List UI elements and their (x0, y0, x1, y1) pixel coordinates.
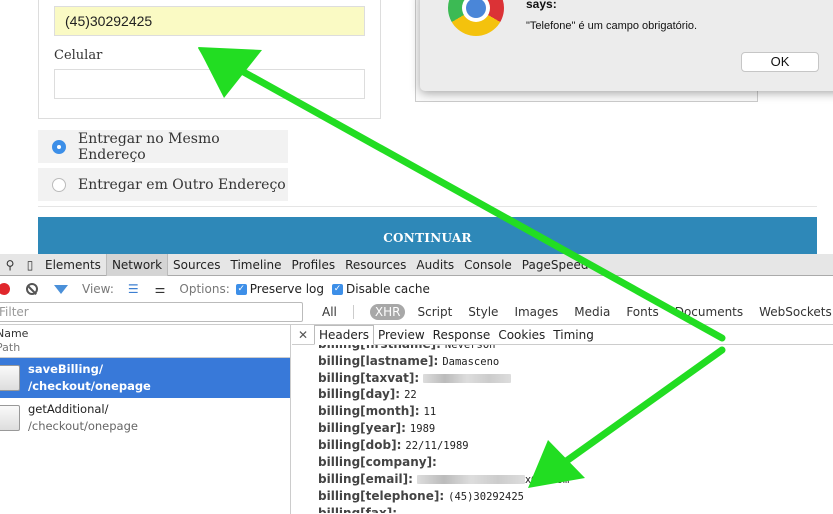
dialog-message: "Telefone" é um campo obrigatório. (526, 20, 698, 32)
disable-cache-label[interactable]: Disable cache (346, 282, 430, 296)
close-icon[interactable]: ✕ (292, 326, 314, 344)
request-list: Name Path saveBilling/ /checkout/onepage… (0, 325, 291, 514)
tab-sources[interactable]: Sources (168, 254, 225, 276)
preserve-log-checkbox[interactable]: ✓ (235, 283, 247, 295)
form-param: billing[company]: (318, 455, 437, 469)
preserve-log-label[interactable]: Preserve log (250, 282, 324, 296)
tab-timeline[interactable]: Timeline (226, 254, 287, 276)
request-path: /checkout/onepage (28, 419, 138, 433)
type-filter-xhr[interactable]: XHR (369, 304, 406, 320)
request-row[interactable]: getAdditional/ /checkout/onepage (0, 398, 290, 438)
dialog-title: says: (526, 0, 557, 11)
web-page: (45)30292425 Celular Entregar no Mesmo E… (0, 0, 833, 254)
search-icon[interactable]: ⚲ (0, 258, 20, 272)
tab-elements[interactable]: Elements (40, 254, 106, 276)
filter-input[interactable]: Filter (0, 302, 303, 322)
radio-unchecked-icon[interactable] (52, 177, 66, 192)
form-param: billing[dob]: 22/11/1989 (318, 438, 469, 452)
tab-network[interactable]: Network (105, 253, 169, 276)
filter-icon[interactable] (54, 284, 68, 294)
disable-cache-checkbox[interactable]: ✓ (332, 283, 343, 295)
telefone-input[interactable]: (45)30292425 (54, 6, 365, 36)
clear-icon[interactable] (26, 283, 38, 295)
celular-label: Celular (54, 48, 103, 63)
form-param: billing[year]: 1989 (318, 421, 436, 435)
type-filter-websockets[interactable]: WebSockets (759, 305, 832, 319)
redacted-value (416, 475, 525, 484)
request-list-header[interactable]: Name Path (0, 325, 290, 358)
type-filter-style[interactable]: Style (468, 305, 498, 319)
devtools-panel: ⚲ ▯ Elements Network Sources Timeline Pr… (0, 253, 833, 514)
form-param: billing[email]: x@g.com (318, 472, 570, 486)
path-column-header: Path (0, 341, 21, 354)
tab-profiles[interactable]: Profiles (287, 254, 341, 276)
file-icon (0, 405, 20, 431)
tab-response[interactable]: Response (429, 326, 495, 344)
type-filter-media[interactable]: Media (574, 305, 610, 319)
request-row[interactable]: saveBilling/ /checkout/onepage (0, 358, 290, 398)
options-label: Options: (179, 282, 230, 296)
tab-resources[interactable]: Resources (340, 254, 411, 276)
tab-audits[interactable]: Audits (411, 254, 459, 276)
ship-other-address-label: Entregar em Outro Endereço (78, 176, 286, 193)
celular-input[interactable] (54, 69, 365, 99)
form-param: billing[fax]: (318, 506, 398, 513)
ship-same-address-label: Entregar no Mesmo Endereço (78, 130, 220, 163)
large-rows-icon[interactable]: ☰ (128, 282, 139, 296)
request-name: getAdditional/ (28, 402, 109, 416)
type-filter-all[interactable]: All (322, 305, 337, 319)
type-filter-script[interactable]: Script (417, 305, 452, 319)
devtools-tabbar: ⚲ ▯ Elements Network Sources Timeline Pr… (0, 253, 833, 276)
detail-tabbar: ✕ Headers Preview Response Cookies Timin… (292, 325, 833, 345)
device-mode-icon[interactable]: ▯ (20, 258, 40, 272)
redacted-value (423, 374, 512, 383)
type-filter-fonts[interactable]: Fonts (626, 305, 658, 319)
request-path: /checkout/onepage (28, 379, 151, 393)
form-param: billing[firstname]:Neverson (318, 345, 496, 351)
request-detail-pane: ✕ Headers Preview Response Cookies Timin… (292, 325, 833, 514)
ship-same-address-option[interactable]: Entregar no Mesmo Endereço (38, 130, 288, 163)
overview-icon[interactable]: ⚌ (155, 282, 166, 296)
form-param: billing[day]: 22 (318, 387, 417, 401)
tab-preview[interactable]: Preview (374, 326, 429, 344)
separator (352, 305, 354, 319)
form-data-list: billing[firstname]:Neverson billing[last… (292, 345, 833, 513)
name-column-header[interactable]: Name (0, 327, 290, 341)
type-filter-documents[interactable]: Documents (675, 305, 743, 319)
tab-timing[interactable]: Timing (549, 326, 598, 344)
form-param: billing[taxvat]: (318, 370, 833, 386)
record-icon[interactable] (0, 283, 10, 295)
form-param: billing[month]: 11 (318, 404, 437, 418)
continue-button[interactable]: CONTINUAR (38, 217, 817, 254)
tab-console[interactable]: Console (459, 254, 517, 276)
type-filter-bar: All XHR Script Style Images Media Fonts … (322, 302, 833, 322)
radio-checked-icon[interactable] (52, 139, 66, 154)
ship-other-address-option[interactable]: Entregar em Outro Endereço (38, 168, 288, 201)
form-param: billing[telephone]: (45)30292425 (318, 489, 524, 503)
request-name: saveBilling/ (28, 362, 104, 376)
network-toolbar: View: ☰ ⚌ Options: ✓ Preserve log ✓ Disa… (0, 278, 833, 300)
ok-button[interactable]: OK (741, 52, 819, 72)
view-label: View: (82, 282, 114, 296)
file-icon (0, 365, 20, 391)
type-filter-images[interactable]: Images (514, 305, 558, 319)
tab-headers[interactable]: Headers (314, 325, 374, 345)
tab-pagespeed[interactable]: PageSpeed (517, 254, 594, 276)
form-param: billing[lastname]: Damasceno (318, 354, 500, 368)
divider (38, 206, 817, 207)
tab-cookies[interactable]: Cookies (494, 326, 549, 344)
